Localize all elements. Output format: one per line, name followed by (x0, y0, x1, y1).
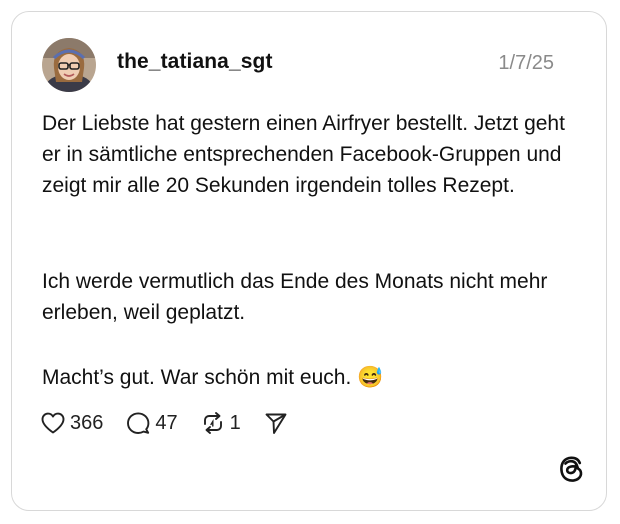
post-card: the_tatiana_sgt 1/7/25 Der Liebste hat g… (11, 11, 607, 511)
avatar-image (42, 38, 96, 92)
send-icon (263, 410, 289, 436)
like-count: 366 (70, 411, 104, 434)
post-paragraph-2: Ich werde vermutlich das Ende des Monats… (42, 270, 548, 324)
heart-icon (40, 411, 66, 435)
speech-bubble-icon (125, 410, 151, 436)
reply-count: 47 (155, 411, 178, 434)
share-button[interactable] (263, 410, 289, 436)
threads-logo-icon[interactable] (558, 455, 584, 488)
action-bar: 366 47 1 (40, 408, 311, 438)
reply-button[interactable]: 47 (125, 410, 178, 436)
like-button[interactable]: 366 (40, 411, 103, 435)
post-date[interactable]: 1/7/25 (498, 52, 554, 75)
repost-icon (200, 410, 226, 436)
repost-button[interactable]: 1 (200, 410, 241, 436)
avatar[interactable] (42, 38, 96, 92)
username[interactable]: the_tatiana_sgt (117, 50, 273, 74)
post-paragraph-3: Macht’s gut. War schön mit euch. 😅 (42, 366, 384, 389)
repost-count: 1 (229, 411, 241, 434)
post-paragraph-1: Der Liebste hat gestern einen Airfryer b… (42, 112, 565, 197)
